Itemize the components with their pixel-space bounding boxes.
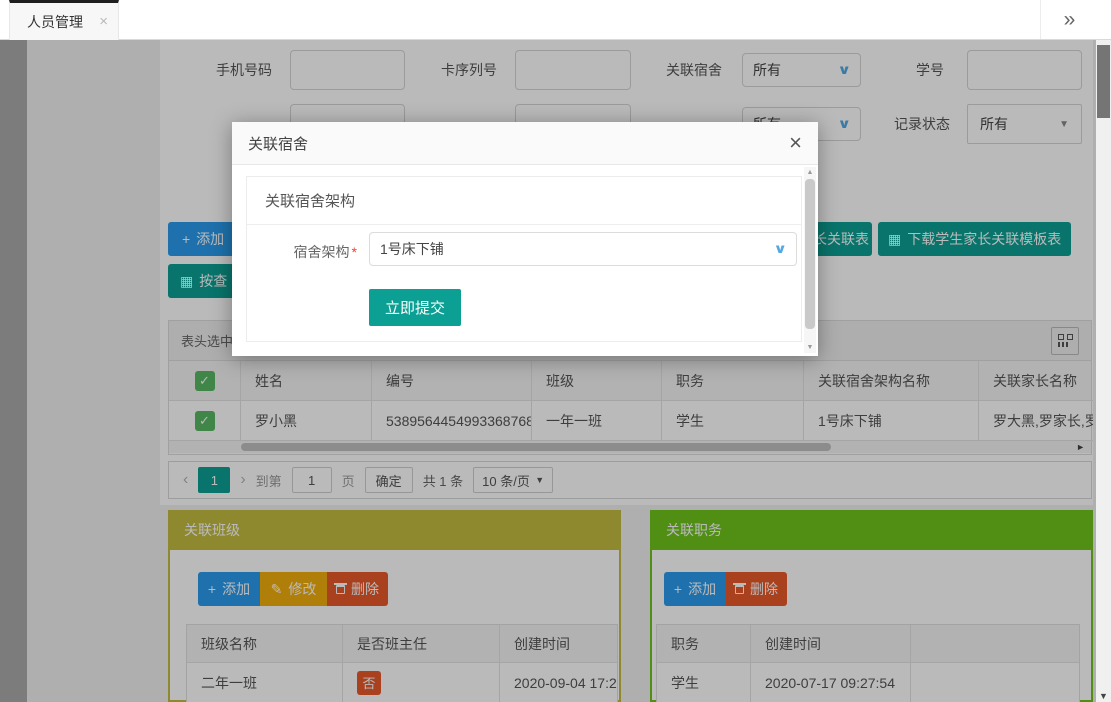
dorm-structure-label: 宿舍架构* (261, 242, 357, 262)
assoc-dorm-modal: 关联宿舍 × 关联宿舍架构 宿舍架构* 1号床下铺 ∨ 立即提交 ▲ ▼ (232, 122, 818, 356)
dorm-structure-label-text: 宿舍架构 (294, 244, 350, 260)
close-icon[interactable]: × (99, 13, 108, 30)
scroll-down-icon[interactable]: ▼ (804, 344, 816, 351)
personnel-management-screen: 人员管理 × » 手机号码 卡序列号 关联宿舍 所有 ∨ 学号 所有 ∨ 记录状… (0, 0, 1111, 702)
modal-scrollbar[interactable]: ▲ ▼ (804, 167, 816, 353)
modal-header: 关联宿舍 × (232, 122, 818, 165)
modal-section-title: 关联宿舍架构 (247, 177, 801, 225)
tab-personnel-management[interactable]: 人员管理 × (9, 0, 119, 40)
tab-label: 人员管理 (27, 12, 93, 32)
modal-scrollbar-thumb[interactable] (805, 179, 815, 329)
modal-title: 关联宿舍 (248, 133, 308, 154)
dorm-structure-value: 1号床下铺 (380, 239, 444, 259)
modal-section: 关联宿舍架构 宿舍架构* 1号床下铺 ∨ 立即提交 (246, 176, 802, 342)
page-scrollbar[interactable]: ▼ (1096, 40, 1111, 702)
chevron-down-icon: ∨ (774, 241, 788, 257)
double-chevron-right-icon: » (1064, 8, 1074, 32)
scroll-up-icon[interactable]: ▲ (804, 169, 816, 176)
submit-button[interactable]: 立即提交 (369, 289, 461, 326)
dorm-structure-select[interactable]: 1号床下铺 ∨ (369, 232, 797, 266)
close-icon[interactable]: × (789, 132, 802, 154)
scroll-down-icon[interactable]: ▼ (1096, 691, 1111, 701)
modal-body: 关联宿舍架构 宿舍架构* 1号床下铺 ∨ 立即提交 ▲ ▼ (232, 165, 818, 355)
expand-tabs-button[interactable]: » (1040, 0, 1096, 39)
tab-bar: 人员管理 × » (0, 0, 1111, 40)
page-scrollbar-thumb[interactable] (1097, 45, 1110, 118)
required-mark: * (352, 244, 357, 260)
